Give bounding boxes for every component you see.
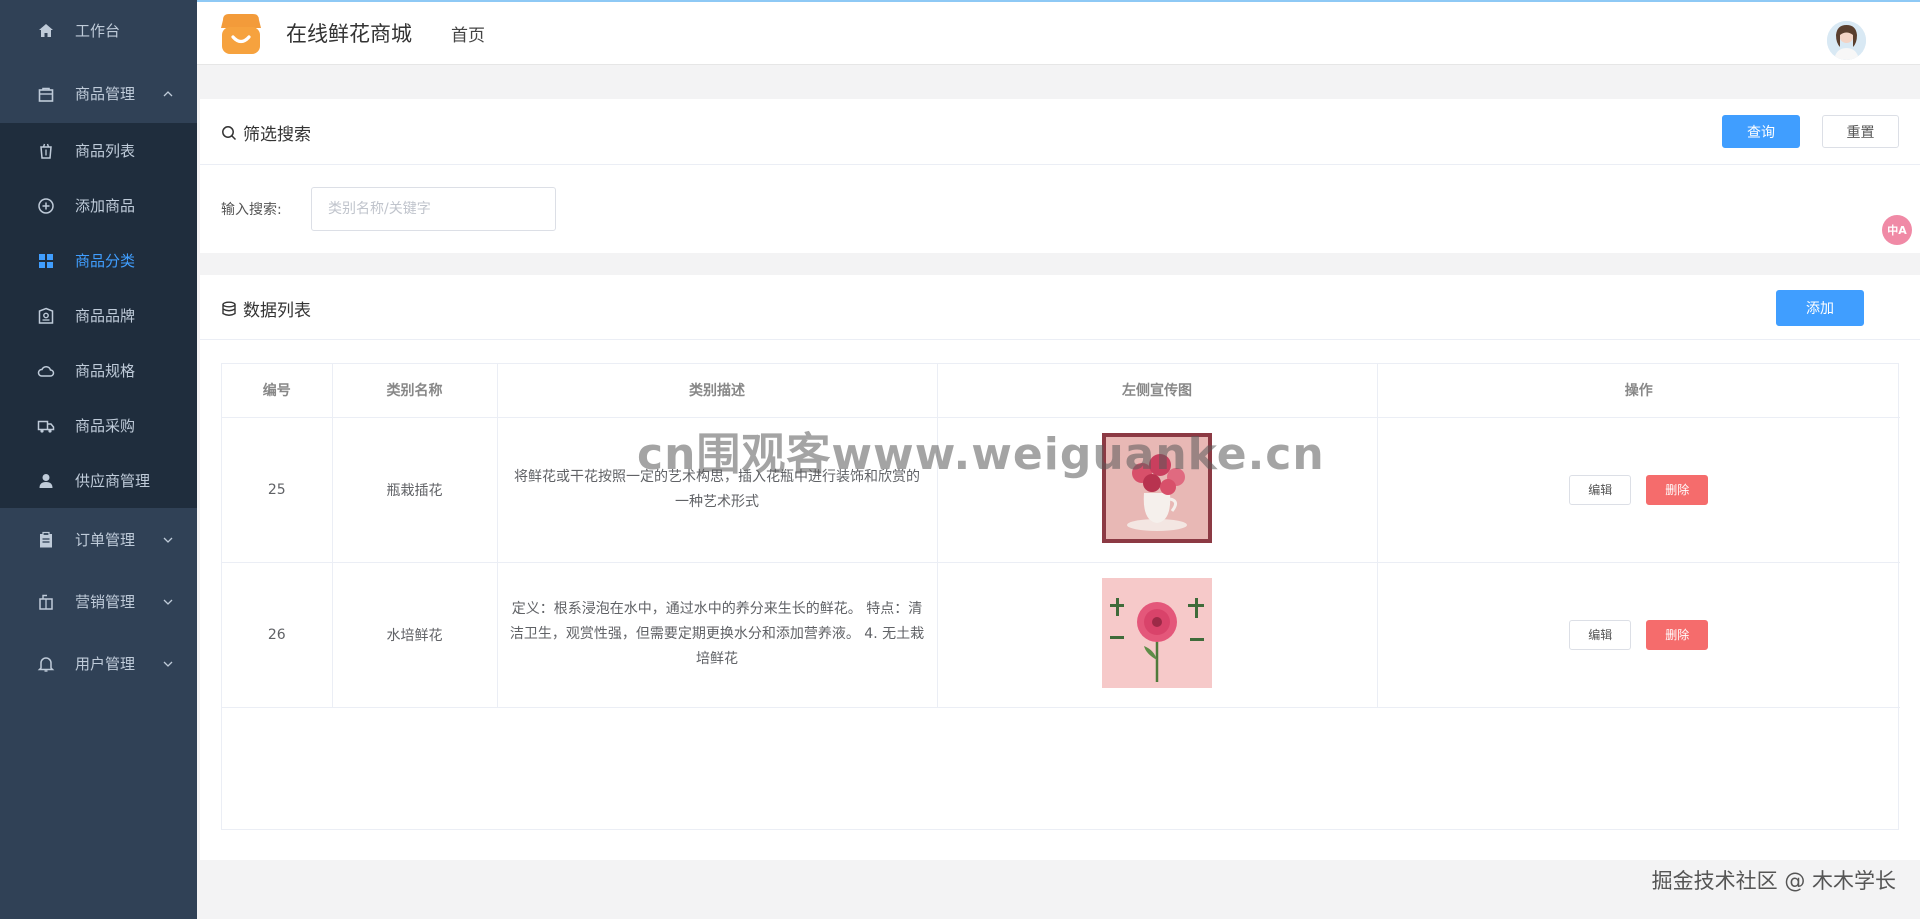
add-button[interactable]: 添加 (1776, 290, 1864, 326)
list-title-text: 数据列表 (243, 301, 311, 321)
badge-icon (37, 307, 55, 325)
chevron-down-icon (163, 537, 173, 543)
sidebar-item-label: 添加商品 (75, 197, 136, 215)
cell-desc: 定义：根系浸泡在水中，通过水中的养分来生长的鲜花。 特点：清洁卫生，观赏性强，但… (497, 562, 938, 708)
sidebar-item-label: 用户管理 (75, 655, 136, 673)
plus-circle-icon (37, 197, 55, 215)
category-table: 编号 类别名称 类别描述 左侧宣传图 操作 25 瓶栽插花 将鲜花或干花按照一定… (221, 363, 1900, 830)
translate-icon[interactable]: 中A (1882, 215, 1912, 245)
sidebar-item-marketing[interactable]: 营销管理 (0, 574, 197, 629)
search-input[interactable] (311, 187, 556, 231)
search-title: 筛选搜索 (221, 120, 311, 145)
user-icon (37, 472, 55, 490)
bell-icon (37, 655, 55, 673)
sidebar-item-label: 工作台 (75, 22, 121, 40)
category-image-vase (1102, 432, 1212, 543)
sidebar-item-label: 商品采购 (75, 417, 136, 435)
database-icon (222, 301, 236, 316)
search-title-text: 筛选搜索 (243, 125, 311, 145)
delete-button[interactable]: 删除 (1646, 619, 1709, 650)
cell-actions: 编辑 删除 (1377, 417, 1900, 563)
shopping-bag-icon (37, 85, 55, 103)
clipboard-icon (37, 531, 55, 549)
sidebar-item-label: 商品品牌 (75, 307, 136, 325)
sidebar-item-product-purchase[interactable]: 商品采购 (0, 398, 197, 453)
column-header-name: 类别名称 (332, 364, 498, 418)
sidebar-item-product-management[interactable]: 商品管理 (0, 66, 197, 121)
column-header-image: 左侧宣传图 (937, 364, 1378, 418)
table-row: 25 瓶栽插花 将鲜花或干花按照一定的艺术构思，插入花瓶中进行装饰和欣赏的一种艺… (222, 417, 1900, 563)
sidebar-item-product-category[interactable]: 商品分类 (0, 233, 197, 288)
sidebar-item-product-spec[interactable]: 商品规格 (0, 343, 197, 398)
cell-image (937, 417, 1378, 563)
list-card-header: 数据列表 添加 (200, 275, 1920, 340)
sidebar-item-label: 供应商管理 (75, 472, 151, 490)
top-header: 在线鲜花商城 首页 (197, 0, 1920, 65)
cell-id: 25 (222, 417, 333, 563)
sidebar-item-label: 商品列表 (75, 142, 136, 160)
sidebar-item-user-management[interactable]: 用户管理 (0, 636, 197, 691)
search-card-header: 筛选搜索 查询 重置 (200, 99, 1920, 165)
sidebar-item-order-management[interactable]: 订单管理 (0, 512, 197, 567)
brand-title: 在线鲜花商城 (286, 22, 412, 46)
delete-button[interactable]: 删除 (1646, 474, 1709, 505)
truck-icon (37, 417, 55, 435)
column-header-id: 编号 (222, 364, 333, 418)
sidebar-item-workbench[interactable]: 工作台 (0, 3, 197, 58)
sidebar-item-label: 商品规格 (75, 362, 136, 380)
edit-button[interactable]: 编辑 (1569, 619, 1632, 650)
cell-desc: 将鲜花或干花按照一定的艺术构思，插入花瓶中进行装饰和欣赏的一种艺术形式 (497, 417, 938, 563)
shop-logo-icon (221, 14, 261, 54)
column-header-desc: 类别描述 (497, 364, 938, 418)
cell-actions: 编辑 删除 (1377, 562, 1900, 708)
cell-name: 瓶栽插花 (332, 417, 498, 563)
sidebar-item-label: 商品管理 (75, 85, 136, 103)
search-icon (222, 125, 237, 140)
list-title: 数据列表 (221, 296, 311, 321)
search-label: 输入搜索: (221, 202, 282, 218)
sidebar-item-label: 营销管理 (75, 593, 136, 611)
grid-icon (37, 252, 55, 270)
cloud-icon (37, 362, 55, 380)
chevron-down-icon (163, 599, 173, 605)
chevron-down-icon (163, 661, 173, 667)
table-row: 26 水培鲜花 定义：根系浸泡在水中，通过水中的养分来生长的鲜花。 特点：清洁卫… (222, 562, 1900, 708)
sidebar-item-add-product[interactable]: 添加商品 (0, 178, 197, 233)
sidebar-item-supplier[interactable]: 供应商管理 (0, 453, 197, 508)
sidebar-item-label: 商品分类 (75, 252, 136, 270)
trash-bag-icon (37, 142, 55, 160)
submenu-product: 商品列表 添加商品 商品分类 商品品牌 商品规格 商品采购 供应商管理 (0, 123, 197, 508)
sidebar-item-product-list[interactable]: 商品列表 (0, 123, 197, 178)
category-image-flower-poster (1102, 577, 1212, 688)
avatar[interactable] (1827, 21, 1866, 60)
column-header-actions: 操作 (1377, 364, 1900, 418)
breadcrumb-home[interactable]: 首页 (451, 21, 485, 46)
chevron-up-icon (163, 90, 173, 96)
edit-button[interactable]: 编辑 (1569, 474, 1632, 505)
sidebar-item-label: 订单管理 (75, 531, 136, 549)
table-header-row: 编号 类别名称 类别描述 左侧宣传图 操作 (222, 364, 1900, 418)
cell-name: 水培鲜花 (332, 562, 498, 708)
sidebar: 工作台 商品管理 商品列表 添加商品 商品分类 商品品牌 商品规格 商品采购 供… (0, 0, 197, 919)
search-card: 筛选搜索 查询 重置 输入搜索: (200, 99, 1920, 253)
cell-id: 26 (222, 562, 333, 708)
reset-button[interactable]: 重置 (1822, 115, 1899, 148)
sidebar-item-product-brand[interactable]: 商品品牌 (0, 288, 197, 343)
gift-icon (37, 593, 55, 611)
home-icon (37, 22, 55, 40)
credit-text: 掘金技术社区 @ 木木学长 (1651, 869, 1896, 893)
cell-image (937, 562, 1378, 708)
query-button[interactable]: 查询 (1722, 115, 1800, 148)
